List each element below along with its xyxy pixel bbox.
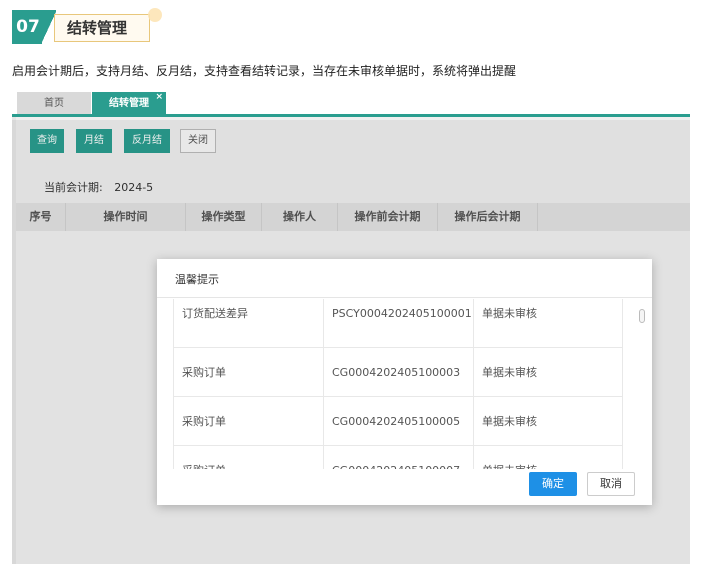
document-type: 采购订单: [173, 397, 323, 446]
document-code: CG0004202405100003: [323, 348, 473, 397]
unreviewed-documents-table[interactable]: 订货配送差异 PSCY0004202405100001 单据未审核 采购订单 C…: [173, 299, 623, 469]
warning-dialog: 温馨提示 订货配送差异 PSCY0004202405100001 单据未审核 采…: [157, 259, 652, 505]
table-row: 采购订单 CG0004202405100005 单据未审核: [173, 397, 623, 446]
feature-description: 启用会计期后，支持月结、反月结，支持查看结转记录，当存在未审核单据时，系统将弹出…: [12, 64, 517, 78]
document-code: CG0004202405100005: [323, 397, 473, 446]
document-type: 采购订单: [173, 348, 323, 397]
tab-carryover[interactable]: 结转管理 ×: [92, 92, 166, 115]
document-status: 单据未审核: [473, 446, 623, 469]
document-type: 采购订单: [173, 446, 323, 469]
close-icon[interactable]: ×: [155, 86, 163, 109]
tab-home-label: 首页: [44, 98, 64, 109]
document-status: 单据未审核: [473, 397, 623, 446]
document-type: 订货配送差异: [173, 299, 323, 348]
document-status: 单据未审核: [473, 348, 623, 397]
section-number: 07: [12, 10, 44, 44]
document-code: PSCY0004202405100001: [323, 299, 473, 348]
tab-home[interactable]: 首页: [17, 92, 91, 115]
heading-dot-decoration: [148, 8, 162, 22]
table-row: 订货配送差异 PSCY0004202405100001 单据未审核: [173, 299, 623, 348]
cancel-button[interactable]: 取消: [587, 472, 635, 496]
section-title: 结转管理: [54, 14, 150, 42]
dialog-divider: [157, 297, 652, 298]
table-row: 采购订单 CG0004202405100007 单据未审核: [173, 446, 623, 469]
section-heading: 07 结转管理: [12, 8, 162, 44]
document-status: 单据未审核: [473, 299, 623, 348]
tab-bar: 首页 结转管理 ×: [12, 88, 690, 116]
table-row: 采购订单 CG0004202405100003 单据未审核: [173, 348, 623, 397]
confirm-button[interactable]: 确定: [529, 472, 577, 496]
document-code: CG0004202405100007: [323, 446, 473, 469]
dialog-scrollbar[interactable]: [637, 299, 647, 469]
dialog-title: 温馨提示: [175, 273, 219, 286]
tab-carryover-label: 结转管理: [109, 98, 149, 109]
scrollbar-thumb[interactable]: [639, 309, 645, 323]
